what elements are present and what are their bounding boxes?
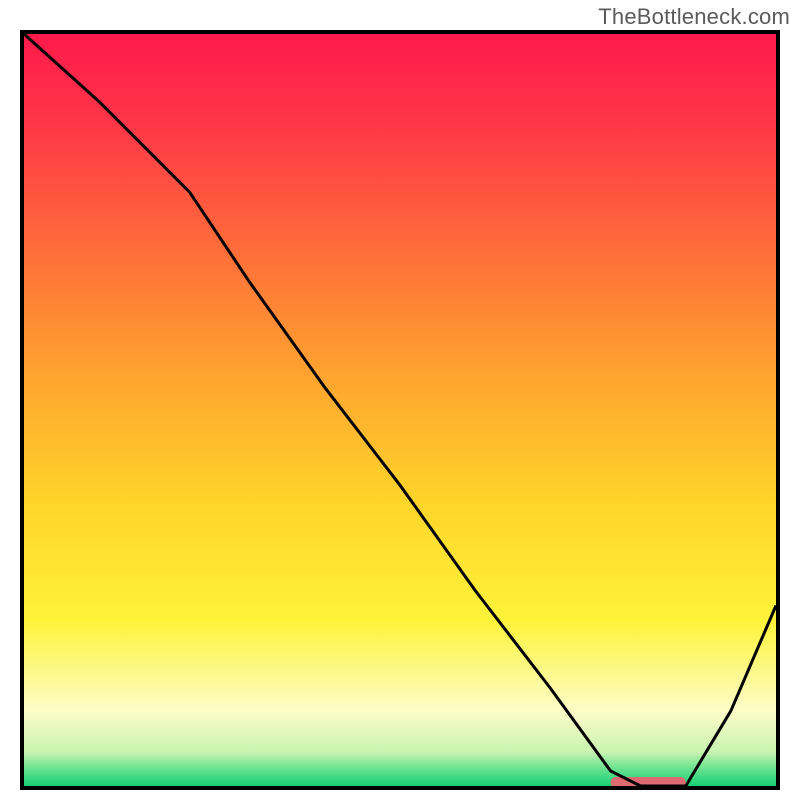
chart-svg [24, 34, 776, 786]
chart-container: TheBottleneck.com [0, 0, 800, 800]
plot-area [20, 30, 780, 790]
watermark-text: TheBottleneck.com [598, 4, 790, 30]
gradient-background [24, 34, 776, 786]
